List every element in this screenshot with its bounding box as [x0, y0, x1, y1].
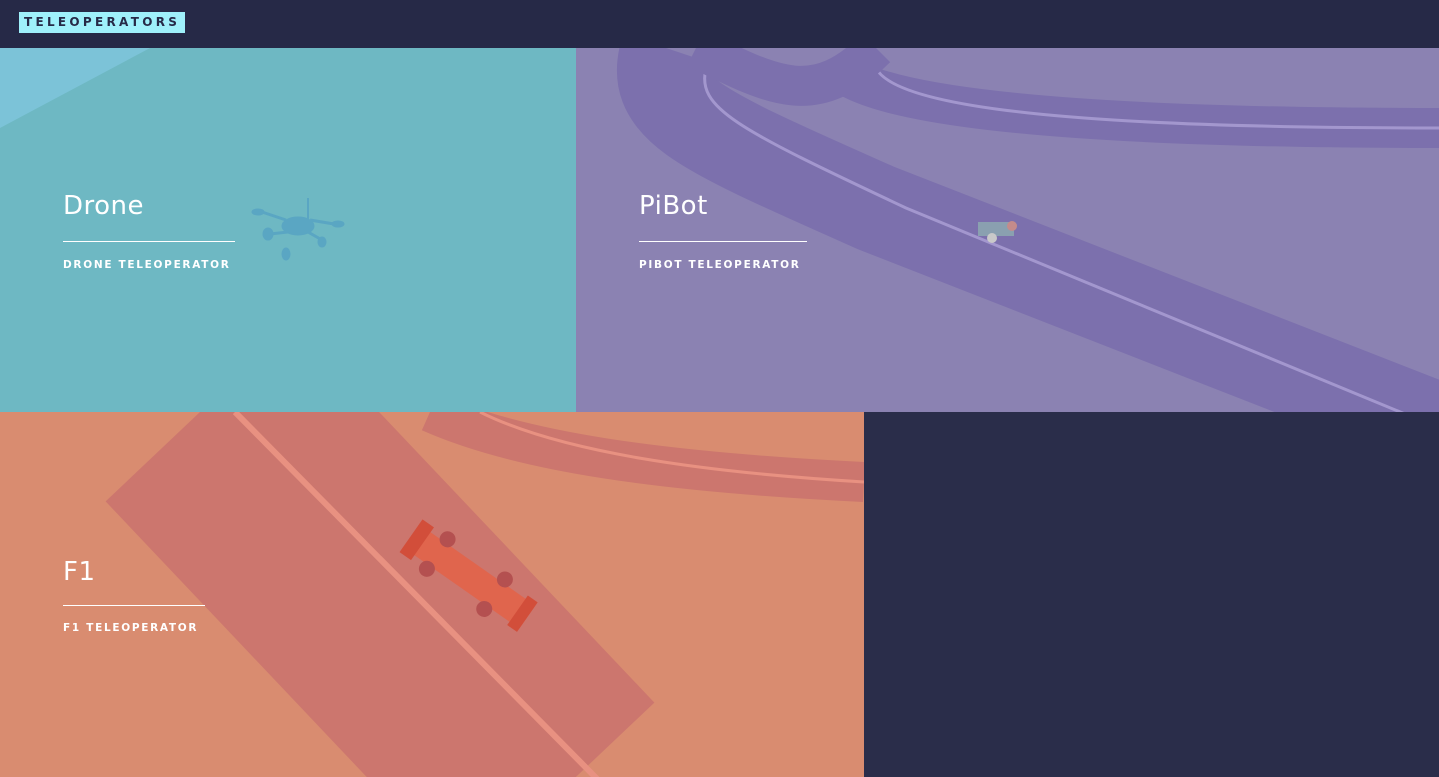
drone-icon [251, 198, 345, 261]
title-divider [63, 241, 235, 242]
tile-subtitle: DRONE TELEOPERATOR [63, 259, 231, 271]
tile-title: F1 [63, 557, 96, 587]
drone-scene-image [0, 48, 345, 261]
teleoperators-logo[interactable]: TELEOPERATORS [19, 12, 186, 33]
tile-subtitle: PIBOT TELEOPERATOR [639, 259, 801, 271]
tile-subtitle: F1 TELEOPERATOR [63, 622, 199, 634]
tile-drone[interactable]: Drone DRONE TELEOPERATOR [0, 48, 576, 412]
f1-track-image [105, 412, 864, 777]
tile-title: PiBot [639, 191, 708, 221]
empty-panel [864, 412, 1439, 777]
pibot-track-image [617, 48, 1439, 412]
top-header: TELEOPERATORS [0, 0, 1439, 48]
title-divider [63, 605, 205, 606]
tile-pibot[interactable]: PiBot PIBOT TELEOPERATOR [576, 48, 1439, 412]
tile-f1[interactable]: F1 F1 TELEOPERATOR [0, 412, 864, 777]
title-divider [639, 241, 807, 242]
tile-title: Drone [63, 191, 145, 221]
